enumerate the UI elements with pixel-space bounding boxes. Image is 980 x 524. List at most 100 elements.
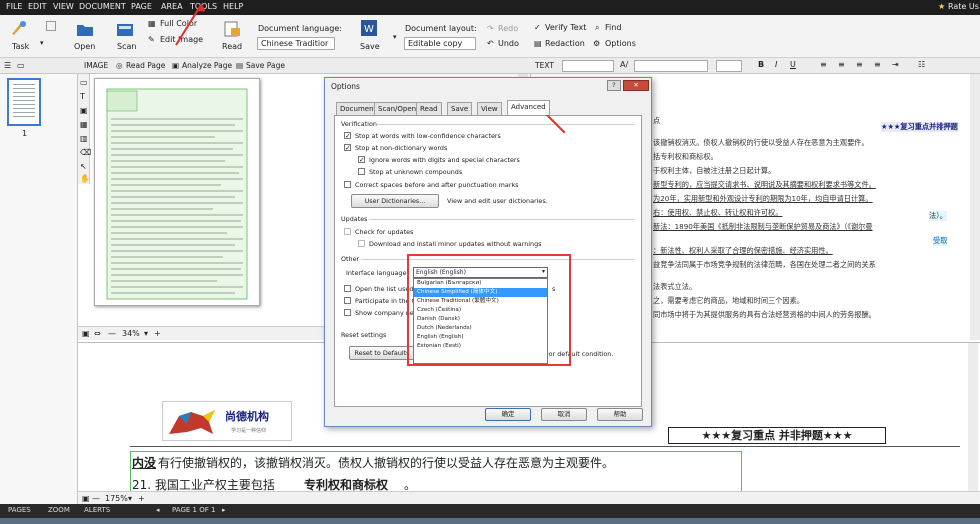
menu-view[interactable]: VIEW [53,2,74,11]
tab-save[interactable]: Save [447,102,473,115]
thumbnails-pane: 1 [0,74,78,504]
menu-help[interactable]: HELP [223,2,243,11]
save-button[interactable]: Save [360,42,380,51]
menu-page[interactable]: PAGE [131,2,152,11]
list-view-icon[interactable]: ☰ [4,61,11,70]
table-area-icon[interactable]: ▦ [80,120,88,129]
save-page-button[interactable]: Save Page [246,61,285,70]
zoom-value[interactable]: 175% [105,494,128,503]
find-button[interactable]: Find [605,23,621,32]
tab-read[interactable]: Read [416,102,442,115]
tab-advanced[interactable]: Advanced [507,100,550,115]
align-center-icon[interactable]: ≡ [838,60,845,69]
image-zoom-in-icon[interactable]: + [154,329,161,338]
zoom-dropdown-icon[interactable]: ▾ [128,494,132,503]
options-button[interactable]: Options [605,39,636,48]
analyze-page-button[interactable]: Analyze Page [182,61,232,70]
italic-icon[interactable]: I [775,60,777,69]
menu-bar: FILE EDIT VIEW DOCUMENT PAGE AREA TOOLS … [0,0,980,15]
open-button[interactable]: Open [74,42,95,51]
image-zoom-value[interactable]: 34% [122,329,140,338]
zoom-scrollbar[interactable] [968,343,978,491]
read-page-button[interactable]: Read Page [126,61,165,70]
doc-layout-select[interactable]: Editable copy [404,37,476,50]
image-zoom-dropdown-icon[interactable]: ▾ [144,329,148,338]
rate-us-link[interactable]: Rate Us [948,2,979,11]
indent-icon[interactable]: ⇥ [892,60,899,69]
style-select[interactable] [562,60,614,72]
tab-scan-open[interactable]: Scan/Open [374,102,421,115]
font-size-select[interactable] [716,60,742,72]
reset-defaults-button[interactable]: Reset to Defaults [349,346,415,360]
task-button[interactable]: Task [12,42,29,51]
highlight-box [407,254,571,366]
word-save-icon: W [360,19,378,37]
underline-icon[interactable]: U [790,60,796,69]
eraser-icon[interactable]: ⌫ [80,148,91,157]
zoom-out-icon[interactable]: — [92,494,100,503]
pages-tab[interactable]: PAGES [8,506,31,514]
undo-button[interactable]: Undo [498,39,519,48]
zoom-in-icon[interactable]: + [138,494,145,503]
new-icon[interactable] [46,21,56,31]
show-company-checkbox[interactable] [344,309,351,316]
open-list-checkbox[interactable] [344,285,351,292]
user-dictionaries-button[interactable]: User Dictionaries... [351,194,439,208]
close-icon[interactable]: ✕ [623,80,649,91]
check-updates-checkbox[interactable] [344,228,351,235]
save-dropdown-icon[interactable]: ▾ [393,33,397,41]
redaction-icon: ▤ [534,39,542,48]
task-dropdown-icon[interactable]: ▾ [40,39,44,47]
download-updates-checkbox[interactable] [358,240,365,247]
barcode-area-icon[interactable]: ▥ [80,134,88,143]
thumbnail-view-icon[interactable]: ▭ [17,61,25,70]
verify-text-button[interactable]: Verify Text [545,23,586,32]
stop-compounds-checkbox[interactable] [358,168,365,175]
redo-button[interactable]: Redo [498,24,518,33]
next-page-icon[interactable]: ▸ [222,506,226,514]
align-left-icon[interactable]: ≡ [820,60,827,69]
stop-non-dict-checkbox[interactable]: ✓ [344,144,351,152]
font-select[interactable] [634,60,708,72]
page-thumbnail[interactable] [7,78,41,126]
doc-layout-value: Editable copy [408,39,463,48]
redaction-button[interactable]: Redaction [545,39,585,48]
zoom-tab[interactable]: ZOOM [48,506,70,514]
fit-width-icon[interactable]: ⇔ [94,329,101,338]
text-area-icon[interactable]: T [80,92,85,101]
align-right-icon[interactable]: ≡ [856,60,863,69]
list-icon[interactable]: ☷ [918,60,925,69]
alerts-tab[interactable]: ALERTS [84,506,110,514]
read-page-icon: ◎ [116,61,123,70]
text-line: 同市场中将于为其提供服务的具有合法经营资格的中间人的劳务报酬。 [653,310,876,319]
ok-button[interactable]: 确定 [485,408,531,421]
zoom-fit-icon[interactable]: ▣ [82,494,90,503]
read-button[interactable]: Read [222,42,242,51]
menu-file[interactable]: FILE [6,2,22,11]
picture-area-icon[interactable]: ▣ [80,106,88,115]
prev-page-icon[interactable]: ◂ [156,506,160,514]
bold-icon[interactable]: B [758,60,764,69]
font-icon[interactable]: A/ [620,60,628,69]
hand-icon[interactable]: ✋ [80,174,90,183]
menu-document[interactable]: DOCUMENT [79,2,126,11]
participate-checkbox[interactable] [344,297,351,304]
correct-spaces-checkbox[interactable] [344,181,351,188]
image-zoom-out-icon[interactable]: — [108,329,116,338]
fit-page-icon[interactable]: ▣ [82,329,90,338]
pointer-icon[interactable]: ↖ [80,162,87,171]
dialog-help-button[interactable]: 帮助 [597,408,643,421]
tab-view[interactable]: View [477,102,502,115]
menu-edit[interactable]: EDIT [28,2,46,11]
scan-button[interactable]: Scan [117,42,136,51]
ignore-digits-checkbox[interactable]: ✓ [358,156,365,164]
justify-icon[interactable]: ≡ [874,60,881,69]
text-scrollbar[interactable] [970,74,980,340]
select-area-icon[interactable]: ▭ [80,78,88,87]
options-icon: ⚙ [593,39,601,48]
menu-area[interactable]: AREA [161,2,183,11]
cancel-button[interactable]: 取消 [541,408,587,421]
help-icon[interactable]: ? [607,80,621,91]
stop-low-conf-checkbox[interactable]: ✓ [344,132,351,140]
doc-language-select[interactable]: Chinese Traditior [257,37,335,50]
